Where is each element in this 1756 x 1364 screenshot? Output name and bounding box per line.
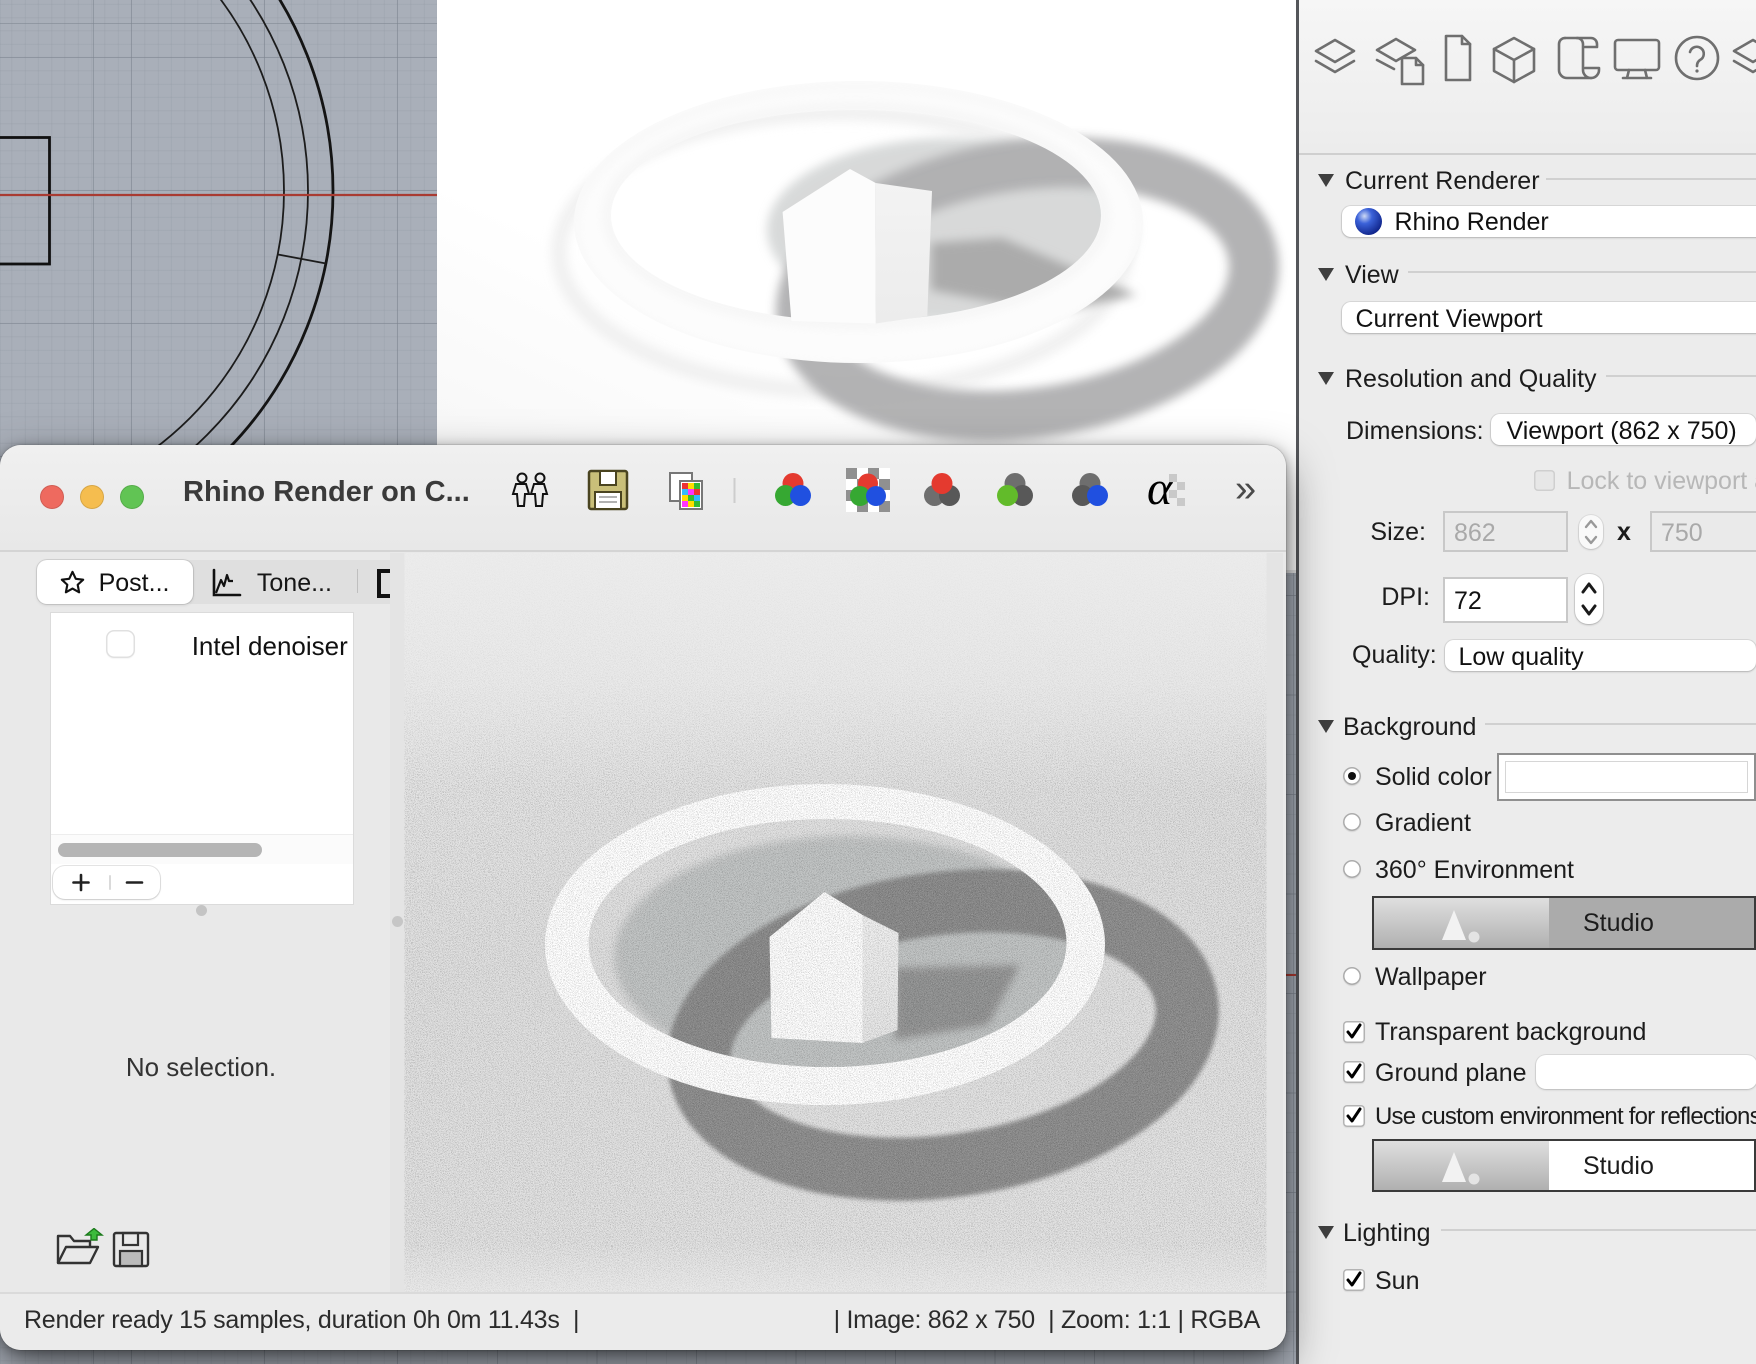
svg-text:α: α: [1147, 465, 1173, 515]
svg-text:»: »: [1235, 468, 1256, 510]
